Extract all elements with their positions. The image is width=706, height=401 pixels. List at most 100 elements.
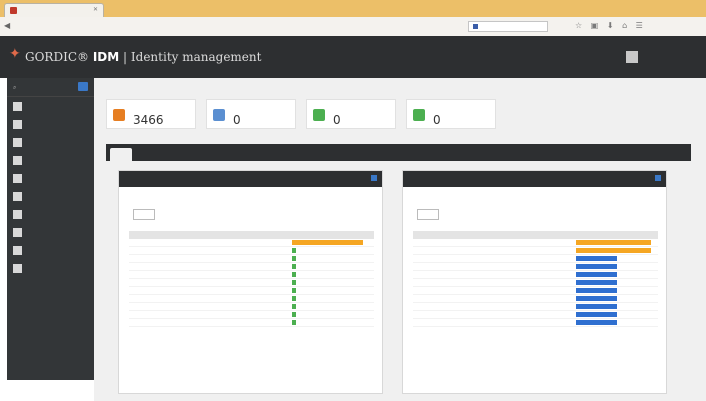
browser-tab-bar: ✕ <box>0 0 706 17</box>
stat-icon <box>113 109 125 121</box>
stat-card[interactable]: 0 <box>206 99 296 129</box>
row-bar <box>576 312 617 317</box>
sidebar-search-icon[interactable]: ⌕ <box>13 84 16 92</box>
sidebar-item[interactable] <box>7 223 94 241</box>
table-row[interactable] <box>413 263 658 271</box>
table-row[interactable] <box>413 271 658 279</box>
table-row[interactable] <box>413 303 658 311</box>
sidebar-item[interactable] <box>7 187 94 205</box>
users-icon <box>13 119 22 129</box>
page-size-select[interactable] <box>417 209 439 220</box>
stat-card[interactable]: 0 <box>306 99 396 129</box>
data-table <box>413 231 658 327</box>
table-row[interactable] <box>413 319 658 327</box>
sidebar-item[interactable] <box>7 151 94 169</box>
table-row[interactable] <box>129 303 374 311</box>
folder-icon <box>13 155 22 165</box>
row-bar <box>292 296 296 301</box>
widget-panel <box>118 170 383 394</box>
app-brand: GORDIC® IDM | Identity management <box>25 50 261 64</box>
browser-tab[interactable]: ✕ <box>4 3 104 17</box>
tab-1[interactable] <box>110 148 132 161</box>
page-size-control <box>129 209 155 220</box>
table-row[interactable] <box>413 279 658 287</box>
row-bar <box>292 264 296 269</box>
brand-suffix: | Identity management <box>123 50 262 64</box>
sidebar-item[interactable] <box>7 115 94 133</box>
address-bar: ◀ ☆ ▣ ⬇ ⌂ ☰ <box>0 17 706 37</box>
stat-card[interactable]: 3466 <box>106 99 196 129</box>
sidebar-item[interactable] <box>7 97 94 115</box>
tab-bar <box>106 144 691 161</box>
row-bar <box>576 280 617 285</box>
favicon-icon <box>10 7 17 14</box>
table-row[interactable] <box>413 255 658 263</box>
table-row[interactable] <box>129 319 374 327</box>
row-bar <box>576 248 651 253</box>
dashboard-icon <box>13 101 22 111</box>
table-header <box>413 231 658 239</box>
widget-panel <box>402 170 667 394</box>
sidebar-item[interactable] <box>7 169 94 187</box>
sidebar-item[interactable] <box>7 205 94 223</box>
table-row[interactable] <box>129 263 374 271</box>
sidebar-toggle-button[interactable] <box>78 82 88 91</box>
logo-icon: ✦ <box>9 46 21 62</box>
stat-card[interactable]: 0 <box>406 99 496 129</box>
tab-3[interactable] <box>174 148 204 161</box>
table-row[interactable] <box>129 279 374 287</box>
table-row[interactable] <box>413 295 658 303</box>
back-icon[interactable]: ◀ <box>4 21 10 30</box>
table-row[interactable] <box>413 247 658 255</box>
table-row[interactable] <box>129 295 374 303</box>
row-bar <box>292 312 296 317</box>
row-bar <box>576 296 617 301</box>
sidebar-item[interactable] <box>7 133 94 151</box>
table-row[interactable] <box>129 239 374 247</box>
table-row[interactable] <box>129 271 374 279</box>
table-row[interactable] <box>413 287 658 295</box>
stat-icon <box>413 109 425 121</box>
browser-toolbar-icons[interactable]: ☆ ▣ ⬇ ⌂ ☰ <box>575 21 646 30</box>
row-bar <box>292 280 296 285</box>
table-row[interactable] <box>129 247 374 255</box>
stat-icon <box>213 109 225 121</box>
page-size-select[interactable] <box>133 209 155 220</box>
row-bar <box>292 256 296 261</box>
widget-settings-icon[interactable] <box>371 175 377 181</box>
stat-value: 0 <box>333 113 341 127</box>
row-bar <box>576 272 617 277</box>
brand-idm: IDM <box>92 50 120 64</box>
brand-name: GORDIC® <box>25 50 90 64</box>
app-header: ✦ GORDIC® IDM | Identity management <box>0 36 706 78</box>
browser-search-input[interactable] <box>468 21 548 32</box>
list-icon <box>13 227 22 237</box>
tab-2[interactable] <box>136 148 170 161</box>
row-bar <box>292 288 296 293</box>
sidebar-item[interactable] <box>7 241 94 259</box>
avatar[interactable] <box>626 51 638 63</box>
sidebar-item[interactable] <box>7 259 94 277</box>
building-icon <box>13 245 22 255</box>
table-row[interactable] <box>413 239 658 247</box>
tools-icon <box>13 263 22 273</box>
row-bar <box>292 272 296 277</box>
stat-value: 3466 <box>133 113 164 127</box>
table-row[interactable] <box>129 255 374 263</box>
widget-settings-icon[interactable] <box>655 175 661 181</box>
tree-icon <box>13 191 22 201</box>
row-bar <box>292 304 296 309</box>
row-bar <box>576 256 617 261</box>
user-icon <box>13 137 22 147</box>
close-icon[interactable]: ✕ <box>93 6 98 13</box>
table-row[interactable] <box>129 287 374 295</box>
data-table <box>129 231 374 327</box>
stat-icon <box>313 109 325 121</box>
row-bar <box>576 304 617 309</box>
table-row[interactable] <box>129 311 374 319</box>
table-row[interactable] <box>413 311 658 319</box>
arrows-icon <box>13 209 22 219</box>
main-content: 3466 0 0 0 <box>94 78 706 401</box>
row-bar <box>576 288 617 293</box>
stat-value: 0 <box>433 113 441 127</box>
